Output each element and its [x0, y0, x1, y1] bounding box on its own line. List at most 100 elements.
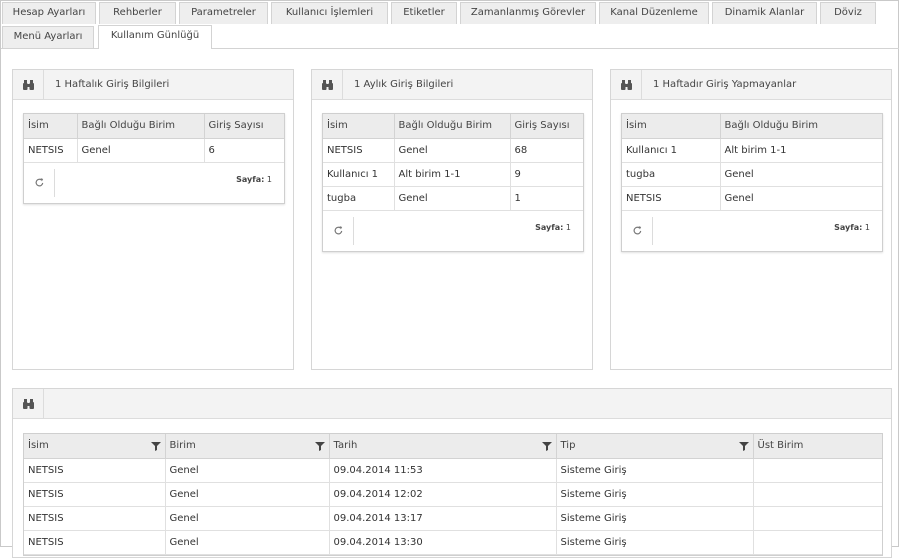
tab-doviz[interactable]: Döviz: [820, 2, 876, 24]
column-header-birim[interactable]: Bağlı Olduğu Birim: [394, 114, 511, 139]
weekly-logins-grid: İsim Bağlı Olduğu Birim Giriş Sayısı NET…: [23, 113, 285, 204]
refresh-icon[interactable]: [323, 216, 354, 245]
refresh-icon[interactable]: [24, 168, 55, 197]
cell-ust-birim: [753, 530, 882, 555]
page-indicator: Sayfa: 1: [236, 175, 272, 184]
column-header-tarih[interactable]: Tarih: [329, 434, 557, 459]
tab-hesap-ayarlari[interactable]: Hesap Ayarları: [2, 2, 96, 24]
tab-kullanim-gunlugu[interactable]: Kullanım Günlüğü: [98, 25, 212, 49]
cell-tip: Sisteme Giriş: [556, 506, 754, 531]
cell-birim: Genel: [720, 186, 882, 211]
panel-header: 1 Haftalık Giriş Bilgileri: [13, 70, 293, 100]
cell-ust-birim: [753, 506, 882, 531]
page-label: Sayfa:: [834, 222, 863, 232]
column-header-birim[interactable]: Birim: [165, 434, 330, 459]
filter-icon[interactable]: [314, 441, 325, 451]
column-header-isim[interactable]: İsim: [622, 114, 721, 139]
column-header-birim[interactable]: Bağlı Olduğu Birim: [77, 114, 205, 139]
page-indicator: Sayfa: 1: [535, 223, 571, 232]
cell-giris-sayisi: 68: [510, 138, 583, 163]
cell-tarih: 09.04.2014 12:02: [329, 482, 557, 507]
column-header-isim[interactable]: İsim: [24, 114, 78, 139]
cell-birim: Genel: [165, 458, 330, 483]
cell-isim: NETSIS: [24, 138, 78, 163]
binoculars-icon: [13, 389, 44, 418]
cell-giris-sayisi: 1: [510, 186, 583, 211]
table-row[interactable]: NETSIS Genel 09.04.2014 12:02 Sisteme Gi…: [24, 482, 882, 507]
refresh-icon[interactable]: [622, 216, 653, 245]
cell-isim: NETSIS: [622, 186, 721, 211]
app-window: Hesap Ayarları Rehberler Parametreler Ku…: [0, 0, 899, 558]
table-row[interactable]: tugba Genel: [622, 162, 882, 187]
tab-parametreler[interactable]: Parametreler: [179, 2, 268, 24]
column-label: Tarih: [333, 440, 358, 452]
tab-menu-ayarlari[interactable]: Menü Ayarları: [2, 26, 94, 48]
cell-isim: NETSIS: [24, 482, 166, 507]
table-row[interactable]: NETSIS Genel 09.04.2014 13:30 Sisteme Gi…: [24, 530, 882, 555]
filter-icon[interactable]: [738, 441, 749, 451]
cell-tip: Sisteme Giriş: [556, 530, 754, 555]
pager: Sayfa: 1: [622, 211, 882, 251]
page-number: 1: [565, 222, 571, 232]
cell-birim: Genel: [165, 506, 330, 531]
panel-header: 1 Haftadır Giriş Yapmayanlar: [611, 70, 891, 100]
cell-isim: Kullanıcı 1: [622, 138, 721, 163]
binoculars-icon: [611, 70, 642, 99]
cell-isim: tugba: [622, 162, 721, 187]
column-header-giris-sayisi[interactable]: Giriş Sayısı: [510, 114, 583, 139]
binoculars-icon: [312, 70, 343, 99]
tab-etiketler[interactable]: Etiketler: [391, 2, 457, 24]
cell-birim: Alt birim 1-1: [720, 138, 882, 163]
column-label: Birim: [169, 440, 196, 452]
table-row[interactable]: Kullanıcı 1 Alt birim 1-1: [622, 138, 882, 163]
cell-giris-sayisi: 9: [510, 162, 583, 187]
column-header-giris-sayisi[interactable]: Giriş Sayısı: [204, 114, 284, 139]
pager: Sayfa: 1: [24, 163, 284, 203]
filter-icon[interactable]: [541, 441, 552, 451]
tab-dinamik-alanlar[interactable]: Dinamik Alanlar: [712, 2, 817, 24]
cell-birim: Genel: [165, 530, 330, 555]
table-row[interactable]: Kullanıcı 1 Alt birim 1-1 9: [323, 162, 583, 187]
column-header-isim[interactable]: İsim: [323, 114, 395, 139]
column-header-ust-birim[interactable]: Üst Birim: [753, 434, 882, 459]
tab-kanal-duzenleme[interactable]: Kanal Düzenleme: [599, 2, 709, 24]
column-header-isim[interactable]: İsim: [24, 434, 166, 459]
monthly-logins-panel: 1 Aylık Giriş Bilgileri İsim Bağlı Olduğ…: [311, 69, 593, 370]
tab-rehberler[interactable]: Rehberler: [99, 2, 176, 24]
table-row[interactable]: NETSIS Genel 6: [24, 138, 284, 163]
column-label: Tip: [560, 440, 576, 452]
cell-tarih: 09.04.2014 11:53: [329, 458, 557, 483]
table-row[interactable]: NETSIS Genel 68: [323, 138, 583, 163]
panel-title: 1 Aylık Giriş Bilgileri: [354, 79, 454, 90]
cell-birim: Genel: [394, 186, 511, 211]
cell-isim: NETSIS: [323, 138, 395, 163]
table-row[interactable]: NETSIS Genel 09.04.2014 11:53 Sisteme Gi…: [24, 458, 882, 483]
cell-tip: Sisteme Giriş: [556, 482, 754, 507]
filter-icon[interactable]: [150, 441, 161, 451]
tab-kullanici-islemleri[interactable]: Kullanıcı İşlemleri: [271, 2, 388, 24]
cell-birim: Genel: [165, 482, 330, 507]
pager: Sayfa: 1: [323, 211, 583, 251]
table-row[interactable]: tugba Genel 1: [323, 186, 583, 211]
table-row[interactable]: NETSIS Genel 09.04.2014 13:17 Sisteme Gi…: [24, 506, 882, 531]
usage-log-grid: İsim Birim Tarih Tip Üst Birim NETSIS Ge…: [23, 433, 883, 556]
cell-birim: Genel: [720, 162, 882, 187]
cell-isim: NETSIS: [24, 506, 166, 531]
page-label: Sayfa:: [535, 222, 564, 232]
table-row[interactable]: NETSIS Genel: [622, 186, 882, 211]
tab-zamanlanmis-gorevler[interactable]: Zamanlanmış Görevler: [460, 2, 596, 24]
panel-header: 1 Aylık Giriş Bilgileri: [312, 70, 592, 100]
cell-isim: NETSIS: [24, 530, 166, 555]
cell-isim: Kullanıcı 1: [323, 162, 395, 187]
page-number: 1: [864, 222, 870, 232]
column-header-tip[interactable]: Tip: [556, 434, 754, 459]
column-header-birim[interactable]: Bağlı Olduğu Birim: [720, 114, 882, 139]
panel-title: 1 Haftalık Giriş Bilgileri: [55, 79, 170, 90]
cell-tip: Sisteme Giriş: [556, 458, 754, 483]
cell-tarih: 09.04.2014 13:30: [329, 530, 557, 555]
cell-giris-sayisi: 6: [204, 138, 284, 163]
cell-ust-birim: [753, 458, 882, 483]
inactive-week-panel: 1 Haftadır Giriş Yapmayanlar İsim Bağlı …: [610, 69, 892, 370]
inactive-week-grid: İsim Bağlı Olduğu Birim Kullanıcı 1 Alt …: [621, 113, 883, 252]
monthly-logins-grid: İsim Bağlı Olduğu Birim Giriş Sayısı NET…: [322, 113, 584, 252]
